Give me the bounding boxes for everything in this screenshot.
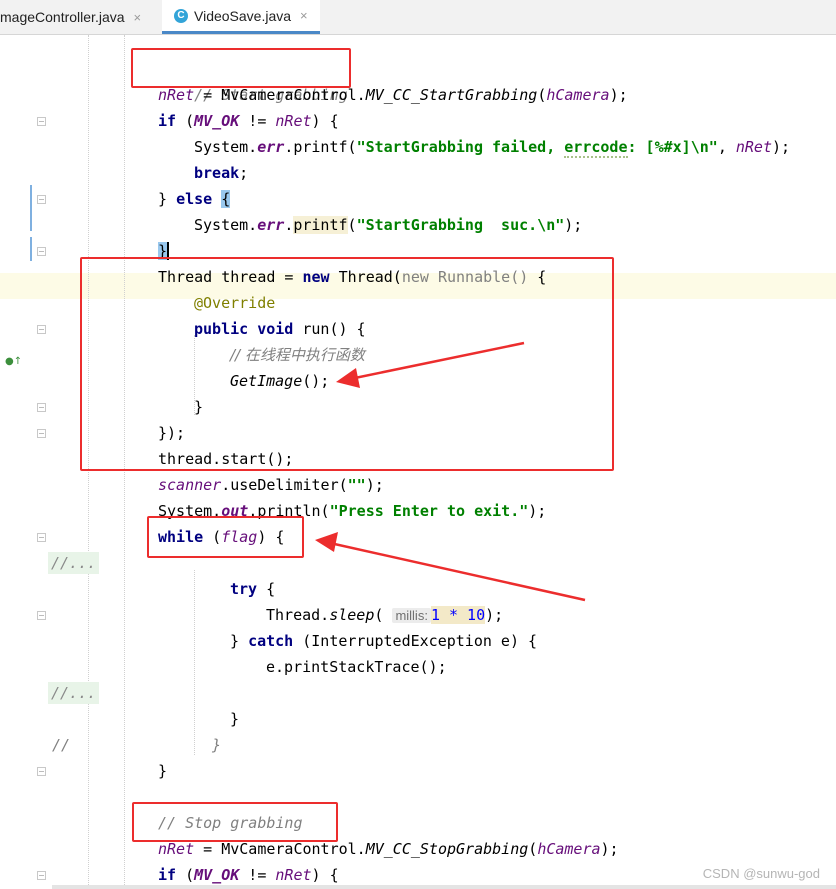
watermark: CSDN @sunwu-god [702, 866, 820, 881]
arrow-to-getimage [336, 341, 525, 388]
annotation-arrows [315, 341, 586, 602]
arrow-to-while [315, 532, 586, 602]
horizontal-scrollbar[interactable] [52, 885, 836, 889]
